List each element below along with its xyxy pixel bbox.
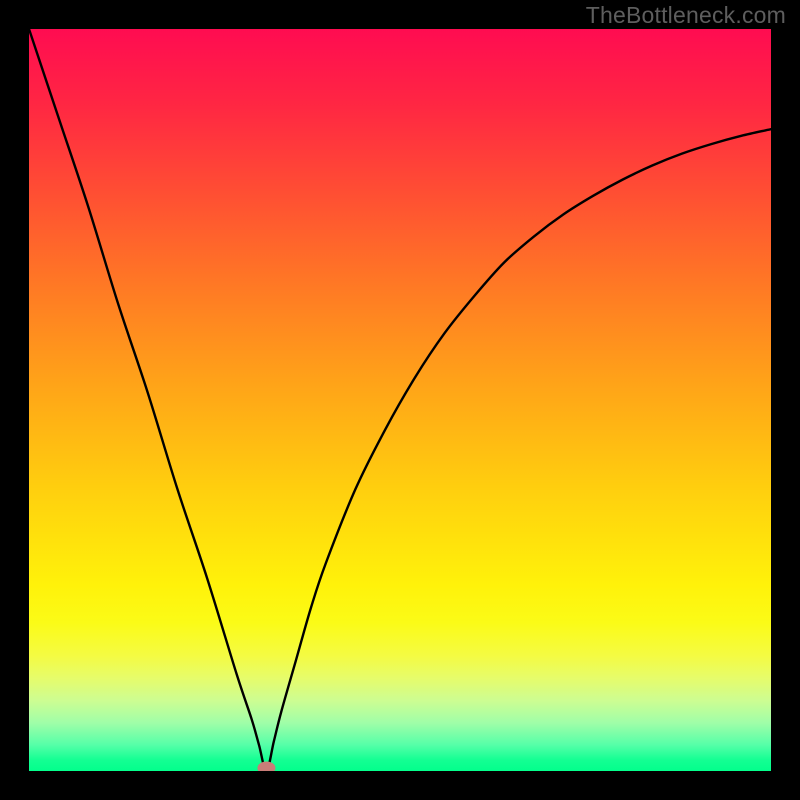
watermark-text: TheBottleneck.com [586,2,786,29]
chart-svg [29,29,771,771]
plot-area [29,29,771,771]
gradient-background [29,29,771,771]
chart-frame: TheBottleneck.com [0,0,800,800]
